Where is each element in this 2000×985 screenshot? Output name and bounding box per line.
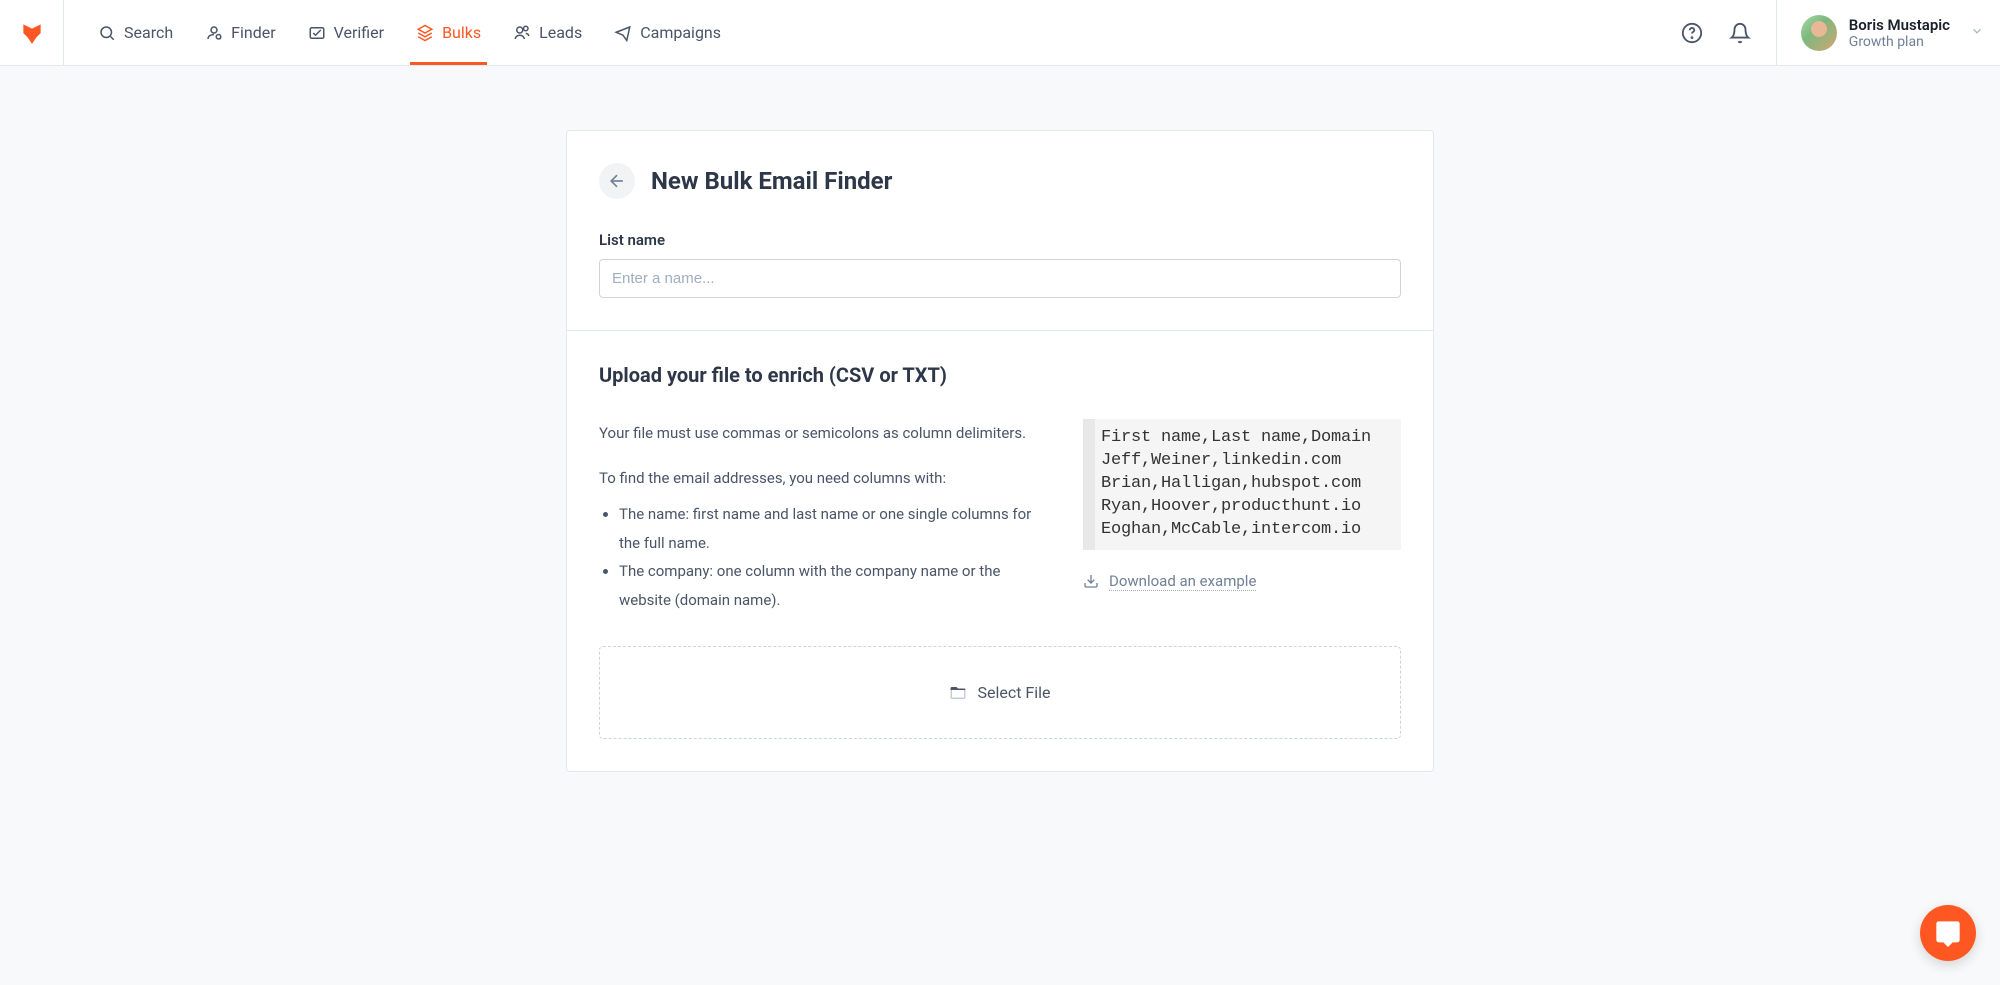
nav-label: Leads (539, 23, 582, 42)
help-icon (1681, 22, 1703, 44)
fox-logo-icon (19, 20, 45, 46)
top-nav: Search Finder Verifier Bulks Leads (0, 0, 2000, 66)
notifications-button[interactable] (1728, 21, 1752, 45)
list-name-input[interactable] (599, 259, 1401, 298)
campaigns-icon (614, 24, 632, 42)
code-example: First name,Last name,Domain Jeff,Weiner,… (1083, 419, 1401, 550)
upload-title: Upload your file to enrich (CSV or TXT) (599, 363, 1401, 387)
main-content: New Bulk Email Finder List name Upload y… (0, 66, 2000, 772)
user-name: Boris Mustapic (1849, 16, 1950, 34)
nav-bulks[interactable]: Bulks (402, 0, 495, 65)
bullet-name: The name: first name and last name or on… (619, 500, 1035, 557)
finder-icon (205, 24, 223, 42)
verifier-icon (308, 24, 326, 42)
app-logo[interactable] (0, 0, 64, 65)
arrow-left-icon (607, 171, 627, 191)
file-dropzone[interactable]: Select File (599, 646, 1401, 739)
nav-finder[interactable]: Finder (191, 0, 290, 65)
form-section: List name (567, 231, 1433, 330)
bell-icon (1729, 22, 1751, 44)
chevron-down-icon (1970, 23, 1984, 42)
back-button[interactable] (599, 163, 635, 199)
example-column: First name,Last name,Domain Jeff,Weiner,… (1083, 419, 1401, 614)
bulks-icon (416, 24, 434, 42)
card-header: New Bulk Email Finder (567, 131, 1433, 231)
nav-label: Campaigns (640, 23, 721, 42)
list-name-label: List name (599, 231, 1401, 249)
bullet-company: The company: one column with the company… (619, 557, 1035, 614)
nav-label: Finder (231, 23, 276, 42)
upload-instructions: Your file must use commas or semicolons … (599, 419, 1035, 614)
nav-label: Bulks (442, 23, 481, 42)
card: New Bulk Email Finder List name Upload y… (566, 130, 1434, 772)
columns-intro: To find the email addresses, you need co… (599, 464, 1035, 493)
select-file-label: Select File (977, 683, 1050, 702)
download-icon (1083, 573, 1099, 589)
chat-icon (1934, 919, 1962, 947)
user-avatar (1801, 15, 1837, 51)
upload-section: Upload your file to enrich (CSV or TXT) … (567, 330, 1433, 771)
leads-icon (513, 24, 531, 42)
download-label: Download an example (1109, 572, 1256, 591)
nav-campaigns[interactable]: Campaigns (600, 0, 735, 65)
download-example-link[interactable]: Download an example (1083, 572, 1256, 591)
nav-leads[interactable]: Leads (499, 0, 596, 65)
page-title: New Bulk Email Finder (651, 167, 892, 195)
user-menu[interactable]: Boris Mustapic Growth plan (1776, 0, 1984, 65)
delimiter-text: Your file must use commas or semicolons … (599, 419, 1035, 448)
upload-columns: Your file must use commas or semicolons … (599, 419, 1401, 614)
nav-items: Search Finder Verifier Bulks Leads (64, 0, 735, 65)
nav-search[interactable]: Search (84, 0, 187, 65)
help-button[interactable] (1680, 21, 1704, 45)
requirements-list: The name: first name and last name or on… (599, 500, 1035, 614)
nav-verifier[interactable]: Verifier (294, 0, 398, 65)
nav-label: Search (124, 23, 173, 42)
user-info: Boris Mustapic Growth plan (1849, 16, 1950, 50)
nav-right: Boris Mustapic Growth plan (1680, 0, 2000, 65)
folder-open-icon (949, 684, 967, 702)
chat-widget[interactable] (1920, 905, 1976, 961)
user-plan: Growth plan (1849, 34, 1950, 50)
search-icon (98, 24, 116, 42)
nav-label: Verifier (334, 23, 384, 42)
